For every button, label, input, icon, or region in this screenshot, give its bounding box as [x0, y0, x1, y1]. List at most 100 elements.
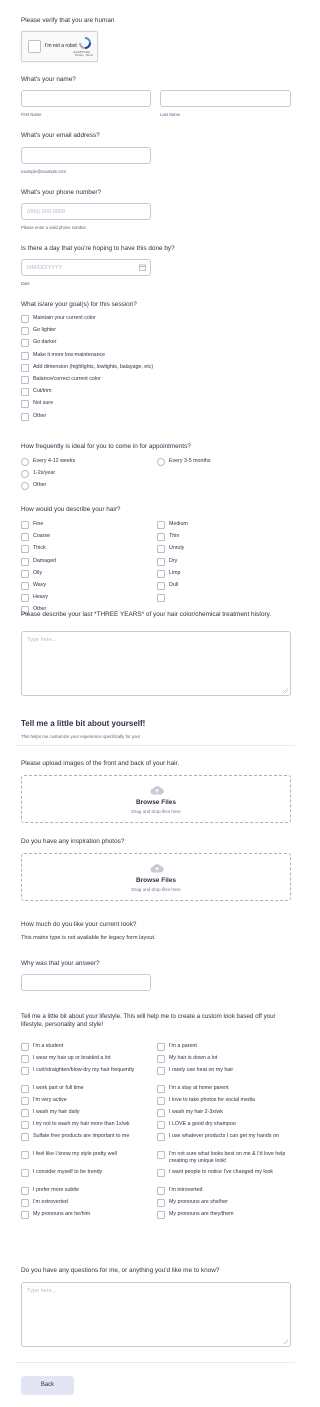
option-checkbox[interactable] — [21, 1067, 29, 1075]
option-label: Unruly — [169, 545, 185, 552]
option-checkbox[interactable] — [157, 1133, 165, 1141]
option-checkbox[interactable] — [157, 1043, 165, 1051]
option-checkbox[interactable] — [21, 545, 29, 554]
calendar-icon[interactable] — [139, 264, 146, 271]
option-checkbox[interactable] — [157, 1085, 165, 1093]
recaptcha-widget[interactable]: I'm not a robot reCAPTCHA Privacy - Term… — [21, 31, 98, 62]
option-label: I'm very active — [33, 1097, 67, 1103]
option-checkbox[interactable] — [157, 1055, 165, 1063]
captcha-question: Please verify that you are human — [21, 17, 115, 24]
option-checkbox[interactable] — [157, 1097, 165, 1105]
questions-textarea[interactable]: Type here... — [21, 1282, 291, 1347]
option-checkbox[interactable] — [21, 327, 29, 336]
upload1-dropzone[interactable]: Browse Files Drag and drop files here — [21, 775, 291, 823]
option-checkbox[interactable] — [157, 545, 165, 554]
first-name-input[interactable] — [21, 90, 151, 107]
option-label: I'm a student — [33, 1043, 64, 1049]
option-checkbox[interactable] — [157, 594, 165, 603]
recaptcha-logo-icon — [79, 37, 91, 49]
option-label: My hair is down a lot — [169, 1055, 218, 1061]
option-label: I love to take photos for social media — [169, 1097, 255, 1103]
why-input[interactable] — [21, 974, 151, 991]
phone-placeholder: (000) 000-0000 — [27, 209, 66, 215]
option-checkbox[interactable] — [157, 1151, 165, 1159]
option-checkbox[interactable] — [21, 569, 29, 578]
option-checkbox[interactable] — [21, 1121, 29, 1129]
option-checkbox[interactable] — [157, 521, 165, 529]
resize-handle-icon[interactable] — [283, 688, 288, 693]
option-checkbox[interactable] — [157, 1067, 165, 1075]
option-checkbox[interactable] — [157, 1121, 165, 1129]
browse-files-button[interactable]: Browse Files — [22, 877, 290, 884]
frequency-option-label: Every 4-12 weeks — [33, 458, 76, 464]
option-checkbox[interactable] — [21, 533, 29, 542]
option-checkbox[interactable] — [157, 569, 165, 578]
option-checkbox[interactable] — [21, 1109, 29, 1117]
option-checkbox[interactable] — [157, 557, 165, 566]
option-checkbox[interactable] — [21, 1169, 29, 1177]
frequency-radio[interactable] — [21, 470, 29, 478]
option-checkbox[interactable] — [21, 582, 29, 590]
option-checkbox[interactable] — [157, 1169, 165, 1177]
recaptcha-label: I'm not a robot — [45, 43, 77, 49]
frequency-radio[interactable] — [21, 482, 29, 490]
option-checkbox[interactable] — [21, 1043, 29, 1051]
option-checkbox[interactable] — [21, 363, 29, 372]
option-label: I'm a parent — [169, 1043, 197, 1049]
lifestyle-question: Tell me a little bit about your lifestyl… — [21, 1013, 276, 1028]
option-checkbox[interactable] — [157, 1211, 165, 1219]
recaptcha-links[interactable]: Privacy - Terms — [75, 54, 93, 57]
option-checkbox[interactable] — [21, 557, 29, 566]
upload2-dropzone[interactable]: Browse Files Drag and drop files here — [21, 853, 291, 901]
questions-question: Do you have any questions for me, or any… — [21, 1267, 220, 1274]
option-label: Not sure — [33, 400, 54, 407]
option-checkbox[interactable] — [157, 533, 165, 542]
history-question: Please describe your last *THREE YEARS* … — [21, 611, 272, 618]
option-checkbox[interactable] — [21, 1151, 29, 1159]
option-checkbox[interactable] — [157, 1187, 165, 1195]
option-label: Sulfate free products are important to m… — [33, 1133, 130, 1139]
option-checkbox[interactable] — [21, 1133, 29, 1141]
frequency-question: How frequently is ideal for you to come … — [21, 443, 191, 450]
phone-input[interactable]: (000) 000-0000 — [21, 203, 151, 220]
frequency-radio[interactable] — [21, 458, 29, 466]
option-label: Go darker — [33, 339, 57, 346]
browse-files-button[interactable]: Browse Files — [22, 799, 290, 806]
option-checkbox[interactable] — [21, 388, 29, 397]
option-checkbox[interactable] — [21, 1211, 29, 1219]
option-checkbox[interactable] — [21, 376, 29, 384]
option-checkbox[interactable] — [157, 582, 165, 590]
option-label: Limp — [169, 569, 181, 576]
cloud-upload-icon — [150, 786, 164, 795]
last-name-sublabel: Last Name — [160, 112, 181, 117]
email-sublabel: example@example.com — [21, 169, 66, 174]
option-checkbox[interactable] — [21, 1199, 29, 1207]
frequency-radio[interactable] — [157, 458, 165, 466]
upload1-question: Please upload images of the front and ba… — [21, 760, 180, 767]
email-input[interactable] — [21, 147, 151, 164]
history-textarea[interactable]: Type here... — [21, 631, 291, 696]
back-button[interactable]: Back — [21, 1376, 74, 1395]
option-checkbox[interactable] — [157, 1109, 165, 1117]
option-checkbox[interactable] — [21, 1187, 29, 1195]
last-name-input[interactable] — [160, 90, 291, 107]
option-checkbox[interactable] — [21, 339, 29, 348]
email-question: What's your email address? — [21, 132, 100, 139]
option-label: I wash my hair 2-3x/wk — [169, 1109, 223, 1115]
option-checkbox[interactable] — [157, 1199, 165, 1207]
option-checkbox[interactable] — [21, 1097, 29, 1105]
option-checkbox[interactable] — [21, 1055, 29, 1063]
option-checkbox[interactable] — [21, 521, 29, 529]
option-checkbox[interactable] — [21, 412, 29, 421]
option-label: Cut/trim — [33, 388, 52, 395]
option-checkbox[interactable] — [21, 315, 29, 323]
option-checkbox[interactable] — [21, 400, 29, 409]
recaptcha-checkbox[interactable] — [28, 40, 41, 53]
option-checkbox[interactable] — [21, 351, 29, 360]
option-checkbox[interactable] — [21, 594, 29, 603]
resize-handle-icon[interactable] — [283, 1339, 288, 1344]
option-checkbox[interactable] — [21, 1085, 29, 1093]
option-label: Dry — [169, 557, 178, 564]
date-input[interactable]: MM/DD/YYYY — [21, 259, 151, 276]
option-label: I wash my hair daily — [33, 1109, 80, 1115]
